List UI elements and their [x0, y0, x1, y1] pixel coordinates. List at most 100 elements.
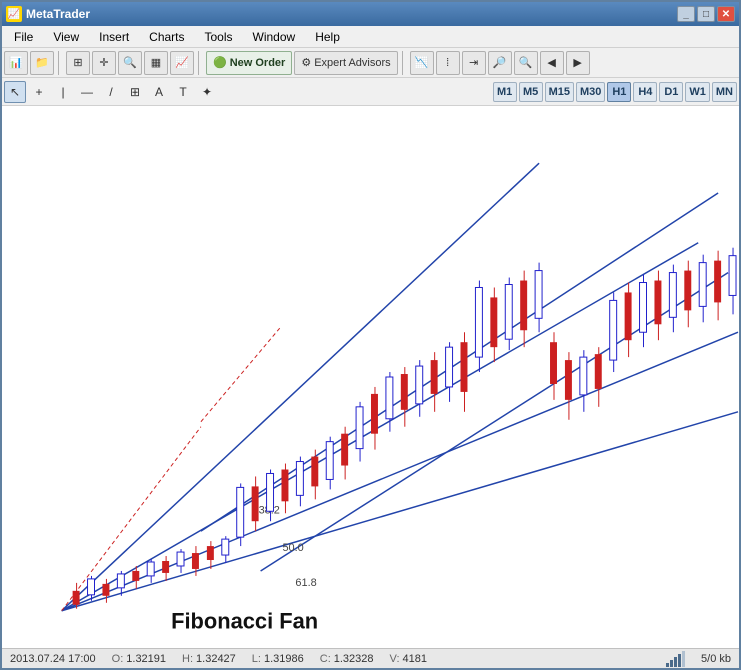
- textlabel-button[interactable]: T: [172, 81, 194, 103]
- status-close: C: 1.32328: [320, 653, 374, 665]
- chart-type-button[interactable]: ▦: [144, 51, 168, 75]
- main-window: 📈 MetaTrader _ □ ✕ File View Insert Char…: [0, 0, 741, 670]
- menu-bar: File View Insert Charts Tools Window Hel…: [2, 26, 739, 48]
- status-close-label: C:: [320, 653, 331, 665]
- status-high-label: H:: [182, 653, 193, 665]
- zoom-out-icon: 🔍: [519, 56, 533, 69]
- tf-m15[interactable]: M15: [545, 82, 574, 102]
- status-volume-label: V:: [390, 653, 400, 665]
- forward-icon: ▶: [573, 56, 581, 69]
- crosshair-icon: ✛: [99, 56, 108, 69]
- status-high: H: 1.32427: [182, 653, 236, 665]
- app-icon: 📈: [6, 6, 22, 22]
- zoom-in-icon: 🔍: [123, 56, 137, 69]
- bar-seg-4: [678, 654, 681, 667]
- bar-seg-3: [674, 657, 677, 667]
- status-open-value: 1.32191: [126, 653, 166, 665]
- status-low: L: 1.31986: [252, 653, 304, 665]
- shift-icon: ⇥: [469, 56, 478, 69]
- horizontal-line-button[interactable]: —: [76, 81, 98, 103]
- status-volume: V: 4181: [390, 653, 427, 665]
- new-order-label: New Order: [230, 57, 286, 69]
- svg-text:61.8: 61.8: [295, 577, 316, 589]
- history-button[interactable]: ◀: [540, 51, 564, 75]
- arrows-button[interactable]: ✦: [196, 81, 218, 103]
- tf-h4[interactable]: H4: [633, 82, 657, 102]
- forward-button[interactable]: ▶: [566, 51, 590, 75]
- expert-advisors-button[interactable]: ⚙ Expert Advisors: [294, 51, 397, 75]
- status-open-label: O:: [112, 653, 124, 665]
- bar-seg-2: [670, 660, 673, 667]
- new-chart-button[interactable]: 📊: [4, 51, 28, 75]
- indicators-button[interactable]: 📉: [410, 51, 434, 75]
- toolbar-sep-2: [198, 51, 202, 75]
- menu-insert[interactable]: Insert: [91, 28, 137, 46]
- text-button[interactable]: A: [148, 81, 170, 103]
- order-icon: 🟢: [213, 56, 227, 69]
- tf-h1[interactable]: H1: [607, 82, 631, 102]
- bar-seg-5: [682, 651, 685, 667]
- autoscroll-icon: 🔎: [493, 56, 507, 69]
- profiles-button[interactable]: ⊞: [66, 51, 90, 75]
- signal-strength-indicator: [666, 651, 685, 667]
- menu-view[interactable]: View: [45, 28, 87, 46]
- chart-type-icon: ▦: [151, 56, 161, 69]
- candles-icon: 📈: [175, 56, 189, 69]
- ea-icon: ⚙: [301, 56, 311, 69]
- channel-button[interactable]: ⊞: [124, 81, 146, 103]
- status-close-value: 1.32328: [334, 653, 374, 665]
- profiles-icon: ⊞: [73, 56, 82, 69]
- close-button[interactable]: ✕: [717, 6, 735, 22]
- status-date: 2013.07.24 17:00: [10, 653, 96, 665]
- indicators-icon: 📉: [415, 56, 429, 69]
- tf-mn[interactable]: MN: [712, 82, 737, 102]
- autoscroll-button[interactable]: 🔎: [488, 51, 512, 75]
- status-high-value: 1.32427: [196, 653, 236, 665]
- vertical-line-button[interactable]: |: [52, 81, 74, 103]
- title-bar: 📈 MetaTrader _ □ ✕: [2, 2, 739, 26]
- maximize-button[interactable]: □: [697, 6, 715, 22]
- toolbar-main: 📊 📁 ⊞ ✛ 🔍 ▦ 📈 🟢 New Order ⚙ Expert Advis…: [2, 48, 739, 78]
- period-separators-button[interactable]: ⁞: [436, 51, 460, 75]
- menu-window[interactable]: Window: [245, 28, 304, 46]
- new-order-button[interactable]: 🟢 New Order: [206, 51, 292, 75]
- zoom-in-button[interactable]: 🔍: [118, 51, 142, 75]
- svg-text:Fibonacci Fan: Fibonacci Fan: [171, 609, 318, 634]
- crosshair-button[interactable]: ✛: [92, 51, 116, 75]
- toolbar-drawing: ↖ + | — / ⊞ A T ✦ M1 M5 M15 M30 H1 H4 D1…: [2, 78, 739, 106]
- chart-svg: 38.2 50.0 61.8 Fibonacci Fan: [2, 106, 739, 648]
- menu-tools[interactable]: Tools: [197, 28, 241, 46]
- new-chart-icon: 📊: [9, 56, 23, 69]
- minimize-button[interactable]: _: [677, 6, 695, 22]
- title-bar-left: 📈 MetaTrader: [6, 6, 90, 22]
- zoom-out-button[interactable]: 🔍: [514, 51, 538, 75]
- open-button[interactable]: 📁: [30, 51, 54, 75]
- file-info: 5/0 kb: [701, 653, 731, 665]
- toolbar-sep-1: [58, 51, 62, 75]
- tf-m5[interactable]: M5: [519, 82, 543, 102]
- crosshair-tool-button[interactable]: +: [28, 81, 50, 103]
- window-title: MetaTrader: [26, 7, 90, 21]
- status-open: O: 1.32191: [112, 653, 166, 665]
- tf-d1[interactable]: D1: [659, 82, 683, 102]
- menu-help[interactable]: Help: [307, 28, 348, 46]
- window-controls: _ □ ✕: [677, 6, 735, 22]
- shift-button[interactable]: ⇥: [462, 51, 486, 75]
- bar-seg-1: [666, 663, 669, 667]
- menu-file[interactable]: File: [6, 28, 41, 46]
- menu-charts[interactable]: Charts: [141, 28, 192, 46]
- trendline-button[interactable]: /: [100, 81, 122, 103]
- ea-label: Expert Advisors: [314, 57, 390, 69]
- tf-w1[interactable]: W1: [685, 82, 710, 102]
- select-tool-button[interactable]: ↖: [4, 81, 26, 103]
- history-icon: ◀: [547, 56, 555, 69]
- period-icon: ⁞: [446, 57, 449, 69]
- status-low-label: L:: [252, 653, 261, 665]
- candles-button[interactable]: 📈: [170, 51, 194, 75]
- toolbar-sep-3: [402, 51, 406, 75]
- tf-m30[interactable]: M30: [576, 82, 605, 102]
- folder-icon: 📁: [35, 56, 49, 69]
- tf-m1[interactable]: M1: [493, 82, 517, 102]
- chart-area[interactable]: 38.2 50.0 61.8 Fibonacci Fan: [2, 106, 739, 648]
- svg-text:50.0: 50.0: [282, 542, 303, 554]
